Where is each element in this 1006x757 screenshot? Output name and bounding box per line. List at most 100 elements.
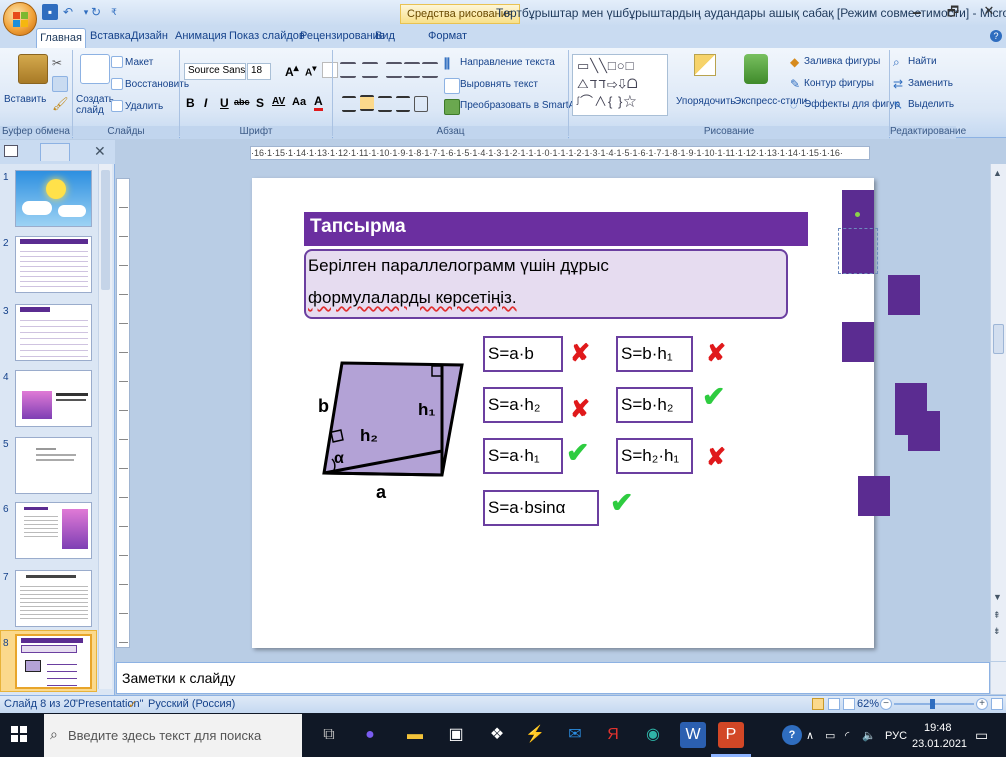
cortana-icon[interactable]: ● [357,722,383,748]
layout-button[interactable]: Макет [125,57,153,68]
increase-indent-icon[interactable] [404,62,420,78]
undo-icon[interactable]: ↶ [60,4,76,20]
close-button[interactable]: ✕ [976,3,1002,21]
redo-icon[interactable]: ↻ [88,4,104,20]
format-painter-icon[interactable]: 🖌 [52,96,69,112]
zoom-out-icon[interactable]: − [880,698,892,710]
text-direction-button[interactable]: Направление текста [460,57,555,68]
restore-button[interactable]: 🗗 [940,3,966,21]
store-icon[interactable]: ▣ [443,722,469,748]
rotation-handle[interactable] [855,212,860,217]
replace-button[interactable]: Заменить [908,78,953,89]
tab-review[interactable]: Рецензирование [300,30,385,42]
next-slide-icon[interactable]: ⇟ [993,626,1001,637]
font-name-select[interactable]: Source Sans Pro [184,63,246,80]
file-explorer-icon[interactable]: ▬ [402,722,428,748]
save-icon[interactable]: ▪ [42,4,58,20]
spellcheck-icon[interactable]: ✓ [128,698,137,711]
slides-tab-icon[interactable] [4,145,18,157]
battery-icon[interactable]: ▭ [825,729,835,742]
columns-icon[interactable] [414,96,428,112]
scroll-up-icon[interactable]: ▲ [993,168,1002,178]
word-icon[interactable]: W [680,722,706,748]
text-direction-icon[interactable]: ⫼ [444,56,460,72]
clock-time[interactable]: 19:48 [924,722,952,734]
language-indicator[interactable]: Русский (Россия) [148,698,235,710]
new-slide-button[interactable]: Создать слайд [76,94,114,116]
shadow-button[interactable]: S [256,96,264,110]
copy-icon[interactable] [52,76,68,92]
justify-icon[interactable] [396,96,410,112]
arrange-button[interactable]: Упорядочить [676,96,736,107]
outline-tab-icon[interactable] [40,143,70,161]
zoom-level[interactable]: 62% [857,698,879,710]
formula-box[interactable]: S=a·h₁ [483,438,563,474]
close-panel-icon[interactable]: ✕ [94,143,106,160]
customize-qat-icon[interactable]: ₹ [106,4,122,20]
clear-format-icon[interactable] [322,62,338,78]
notifications-icon[interactable]: ▭ [975,727,988,744]
grow-font-icon[interactable]: A▴ [285,63,299,79]
slide-thumbnail-6[interactable] [15,502,92,559]
clock-date[interactable]: 23.01.2021 [912,738,967,750]
tab-insert[interactable]: Вставка [90,30,131,42]
formula-box[interactable]: S=a·h₂ [483,387,563,423]
zoom-slider-thumb[interactable] [930,699,935,709]
horizontal-ruler[interactable]: ·16·1·15·1·14·1·13·1·12·1·11·1·10·1·9·1·… [250,146,870,160]
align-left-icon[interactable] [342,96,356,112]
align-text-button[interactable]: Выровнять текст [460,79,538,90]
office-button[interactable] [3,2,37,36]
windows-start-icon[interactable] [11,726,27,742]
slideshow-icon[interactable] [843,698,855,710]
tab-home[interactable]: Главная [36,28,86,48]
paste-icon[interactable] [18,54,48,84]
edge-icon[interactable]: ◉ [640,722,666,748]
smartart-icon[interactable] [444,99,460,115]
smartart-button[interactable]: Преобразовать в SmartArt [460,100,581,111]
paste-button[interactable]: Вставить [4,94,46,105]
app-icon[interactable]: ⚡ [522,722,548,748]
bullets-icon[interactable] [340,62,356,78]
align-center-icon[interactable] [360,95,374,111]
tray-arrow-icon[interactable]: ∧ [806,729,814,742]
editor-scrollbar[interactable]: ▲ ▼ ⇞ ⇟ [990,164,1006,661]
formula-box[interactable]: S=b·h₁ [616,336,693,372]
line-spacing-icon[interactable] [422,62,438,78]
shape-fill-button[interactable]: Заливка фигуры [804,56,880,67]
formula-box[interactable]: S=a·b [483,336,563,372]
scrollbar-thumb[interactable] [101,170,110,290]
wifi-icon[interactable]: ◜ [845,729,849,742]
bold-button[interactable]: B [186,96,195,110]
new-slide-icon[interactable] [80,54,110,84]
slide-thumbnail-7[interactable] [15,570,92,627]
tab-view[interactable]: Вид [375,30,395,42]
select-button[interactable]: Выделить [908,99,954,110]
mail-icon[interactable]: ✉ [562,722,588,748]
formula-box[interactable]: S=b·h₂ [616,387,693,423]
fit-to-window-icon[interactable] [991,698,1003,710]
tab-design[interactable]: Дизайн [131,30,168,42]
shape-outline-button[interactable]: Контур фигуры [804,78,874,89]
yandex-browser-icon[interactable]: Я [600,722,626,748]
slide-thumbnail-4[interactable] [15,370,92,427]
shrink-font-icon[interactable]: A▾ [305,63,316,78]
shapes-gallery[interactable]: ▭╲╲□○□ △ℸℸ⇨⇩ᗝ ᶴ⌒∧{ }☆ [572,54,668,116]
change-case-button[interactable]: Aa [292,96,306,108]
reset-icon[interactable] [111,78,123,90]
formula-box[interactable]: S=h₂·h₁ [616,438,693,474]
help-tray-icon[interactable]: ? [782,725,802,745]
tab-format[interactable]: Формат [428,30,467,42]
slide-thumbnail-8[interactable] [15,634,92,689]
numbering-icon[interactable] [362,62,378,78]
scroll-down-icon[interactable]: ▼ [993,592,1002,602]
tab-animation[interactable]: Анимация [175,30,227,42]
normal-view-icon[interactable] [812,698,824,710]
font-size-select[interactable]: 18 [247,63,271,80]
slide-thumbnail-3[interactable] [15,304,92,361]
replace-icon[interactable]: ⇄ [893,77,909,93]
char-spacing-button[interactable]: AV [272,96,285,107]
volume-icon[interactable]: 🔈 [862,729,876,742]
decrease-indent-icon[interactable] [386,62,402,78]
notes-pane[interactable] [116,662,990,694]
formula-box[interactable]: S=a·bsinα [483,490,599,526]
